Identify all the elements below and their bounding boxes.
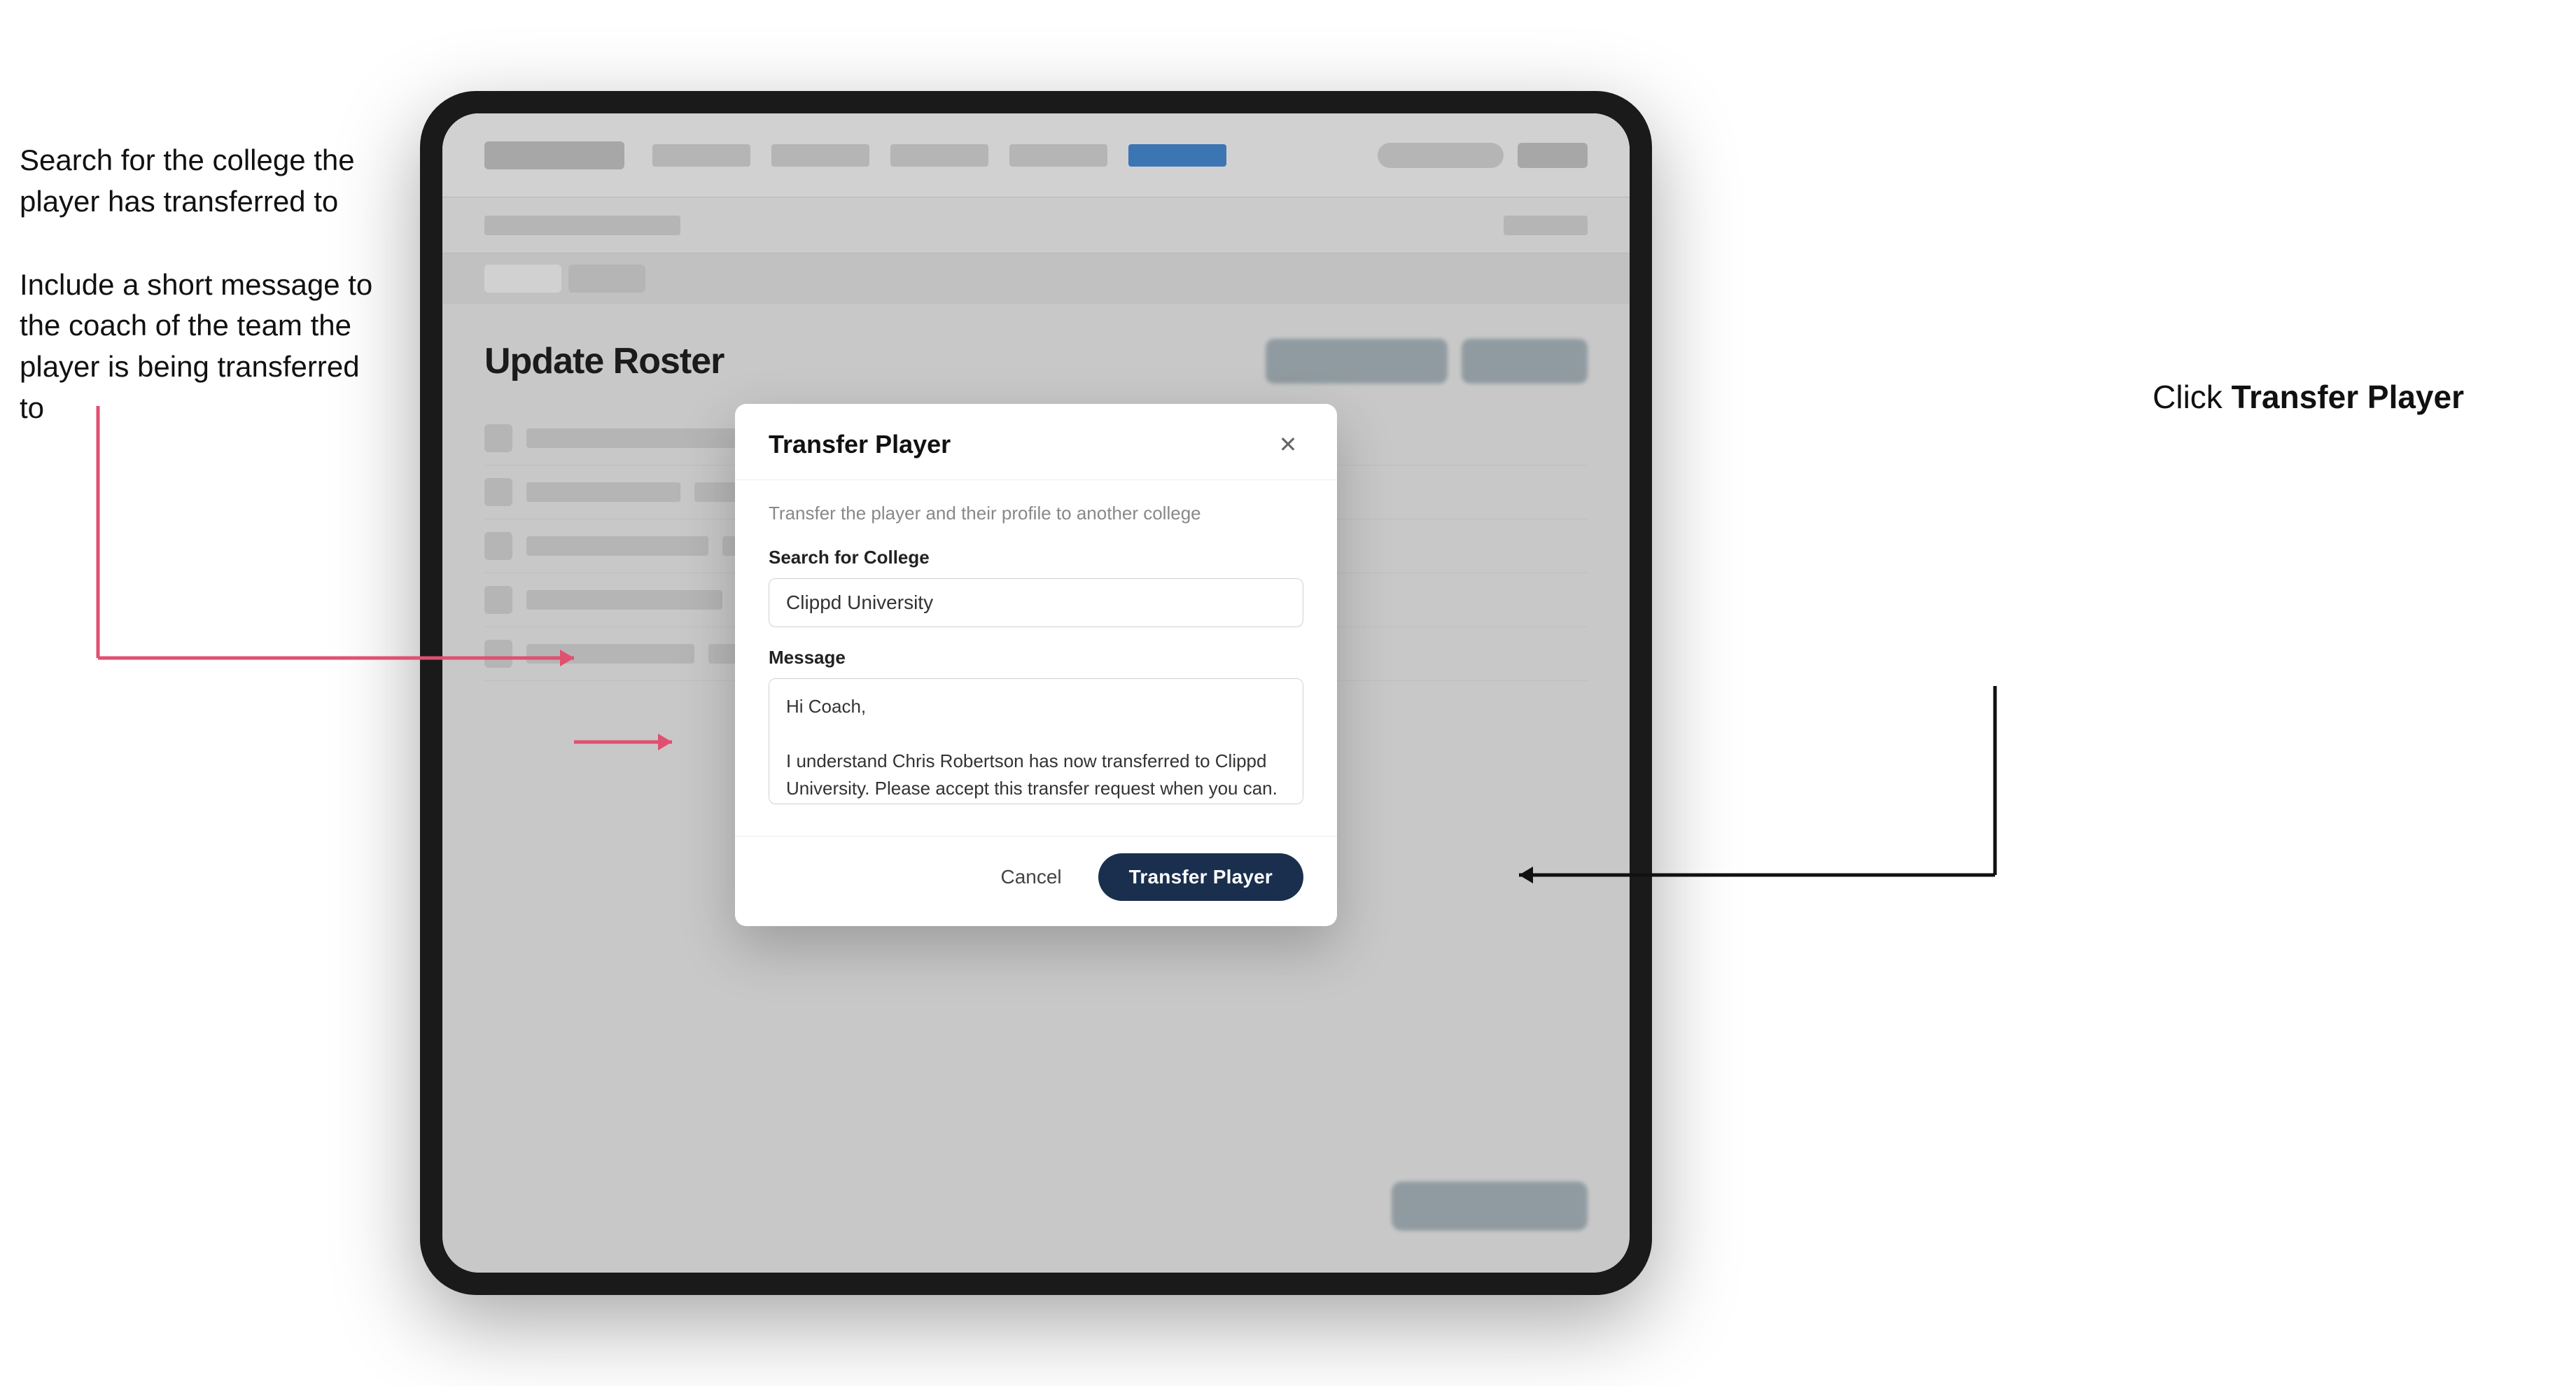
- annotation-search-text: Search for the college the player has tr…: [20, 140, 384, 223]
- annotation-left: Search for the college the player has tr…: [20, 140, 384, 471]
- message-label: Message: [769, 647, 1303, 668]
- modal-body: Transfer the player and their profile to…: [735, 480, 1337, 836]
- modal-header: Transfer Player ✕: [735, 404, 1337, 480]
- transfer-player-button[interactable]: Transfer Player: [1098, 853, 1303, 901]
- tablet-frame: Update Roster: [420, 91, 1652, 1295]
- search-college-label: Search for College: [769, 547, 1303, 568]
- modal-footer: Cancel Transfer Player: [735, 836, 1337, 926]
- annotation-right: Click Transfer Player: [2152, 378, 2464, 416]
- transfer-modal: Transfer Player ✕ Transfer the player an…: [735, 404, 1337, 926]
- message-textarea[interactable]: Hi Coach, I understand Chris Robertson h…: [769, 678, 1303, 804]
- modal-subtitle: Transfer the player and their profile to…: [769, 503, 1303, 524]
- modal-close-button[interactable]: ✕: [1273, 429, 1303, 460]
- annotation-message-text: Include a short message to the coach of …: [20, 265, 384, 429]
- tablet-screen: Update Roster: [442, 113, 1630, 1273]
- cancel-button[interactable]: Cancel: [981, 855, 1081, 899]
- annotation-click-label: Click: [2152, 379, 2231, 415]
- annotation-transfer-bold: Transfer Player: [2232, 379, 2464, 415]
- modal-title: Transfer Player: [769, 430, 951, 459]
- search-college-input[interactable]: [769, 578, 1303, 627]
- modal-overlay: Transfer Player ✕ Transfer the player an…: [442, 113, 1630, 1273]
